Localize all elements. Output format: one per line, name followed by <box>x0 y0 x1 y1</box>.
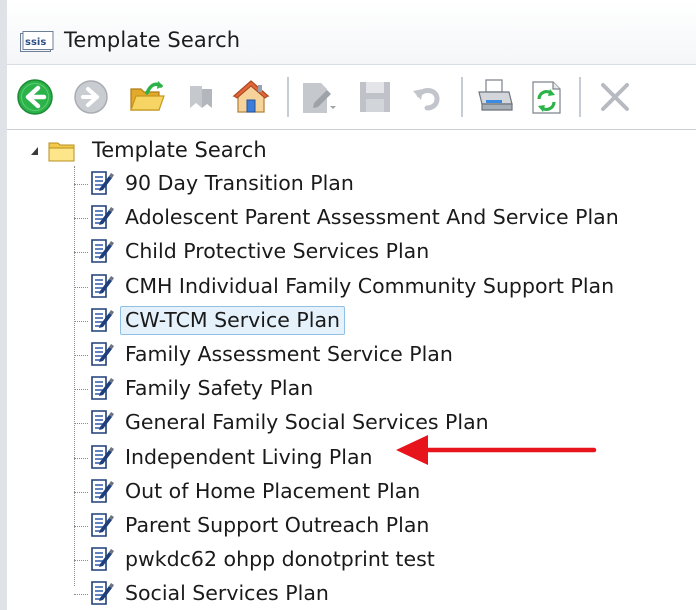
tree-item-label: 90 Day Transition Plan <box>125 171 354 195</box>
tree-branch-line <box>74 423 88 425</box>
toolbar-separator <box>461 77 463 117</box>
plan-document-icon <box>91 410 114 435</box>
tree-branch-line <box>74 526 88 527</box>
tree-item-label: Family Safety Plan <box>125 376 314 401</box>
save-icon[interactable] <box>355 77 395 117</box>
undo-icon[interactable] <box>407 77 447 117</box>
tree-item-label: Parent Support Outreach Plan <box>125 513 430 537</box>
tree-branch-line <box>74 491 88 493</box>
tree-item-label: CW-TCM Service Plan <box>120 305 345 335</box>
tree-item[interactable]: Family Safety Plan <box>74 373 694 403</box>
tree-item[interactable]: Parent Support Outreach Plan <box>74 510 694 540</box>
expand-triangle-icon[interactable] <box>30 146 40 156</box>
tree-item[interactable]: Independent Living Plan <box>74 442 694 472</box>
tree-branch-line <box>74 320 88 322</box>
tree-item[interactable]: Family Assessment Service Plan <box>74 339 694 369</box>
tree-branch-line <box>74 218 88 220</box>
close-x-icon[interactable] <box>595 77 655 117</box>
plan-document-icon <box>91 273 114 298</box>
plan-document-icon <box>91 171 114 195</box>
tree-item[interactable]: CMH Individual Family Community Support … <box>74 271 694 301</box>
tree-branch-line <box>74 252 88 254</box>
tree-item-label: Social Services Plan <box>125 581 329 606</box>
plan-document-icon <box>91 478 114 503</box>
tree-item[interactable]: Child Protective Services Plan <box>74 236 694 266</box>
tree-item-selected[interactable]: CW-TCM Service Plan <box>74 305 694 335</box>
plan-document-icon <box>91 205 114 229</box>
plan-document-icon <box>91 513 114 537</box>
tree-item[interactable]: Adolescent Parent Assessment And Service… <box>74 202 694 232</box>
plan-document-icon <box>91 581 114 606</box>
window-left-border <box>0 0 7 610</box>
printer-icon[interactable] <box>475 77 515 117</box>
toolbar <box>7 65 696 130</box>
tree-branch-line <box>74 457 88 459</box>
tree-item-label: Adolescent Parent Assessment And Service… <box>125 205 619 230</box>
plan-document-icon <box>91 307 114 332</box>
tree-item-label: Independent Living Plan <box>125 444 373 469</box>
svg-text:ssis: ssis <box>25 37 46 48</box>
tree-branch-line <box>74 594 88 596</box>
tree-item[interactable]: Social Services Plan <box>74 578 694 608</box>
tree-branch-line <box>74 184 88 185</box>
tree-branch-line <box>74 560 88 562</box>
tree-item[interactable]: Out of Home Placement Plan <box>74 476 694 506</box>
toolbar-separator <box>287 77 289 117</box>
refresh-icon[interactable] <box>527 77 567 117</box>
plan-document-icon <box>91 342 114 366</box>
tree-item-label: Child Protective Services Plan <box>125 239 430 264</box>
bookmark-icon[interactable] <box>181 77 221 117</box>
template-search-window: ssis Template Search Template Search 90 … <box>0 0 696 610</box>
tree-branch-line <box>74 389 88 391</box>
tree-branch-line <box>74 355 88 356</box>
tree-item-label: CMH Individual Family Community Support … <box>125 273 615 298</box>
template-tree: Template Search 90 Day Transition Plan A… <box>16 130 696 610</box>
tree-item[interactable]: pwkdc62 ohpp donotprint test <box>74 544 694 574</box>
tree-item-label: pwkdc62 ohpp donotprint test <box>125 547 435 572</box>
plan-document-icon <box>91 376 114 400</box>
tree-root-label: Template Search <box>92 138 267 162</box>
title-bar: ssis Template Search <box>7 0 696 65</box>
toolbar-separator <box>579 77 581 117</box>
home-icon[interactable] <box>231 77 271 117</box>
tree-item-label: Family Assessment Service Plan <box>125 342 453 366</box>
window-title: Template Search <box>64 28 241 52</box>
edit-document-icon[interactable] <box>297 77 337 117</box>
red-arrow-annotation <box>396 435 597 465</box>
plan-document-icon <box>91 547 114 571</box>
folder-open-icon[interactable] <box>127 77 167 117</box>
plan-document-icon <box>91 239 114 264</box>
tree-item-label: Out of Home Placement Plan <box>125 478 421 503</box>
folder-icon <box>48 142 75 162</box>
green-back-arrow-icon[interactable] <box>15 77 55 117</box>
plan-document-icon <box>91 444 114 469</box>
tree-item[interactable]: General Family Social Services Plan <box>74 407 694 437</box>
tree-item[interactable]: 90 Day Transition Plan <box>74 168 694 198</box>
tree-branch-line <box>74 286 88 288</box>
forward-arrow-icon[interactable] <box>71 77 111 117</box>
ssis-app-icon: ssis <box>20 31 54 52</box>
